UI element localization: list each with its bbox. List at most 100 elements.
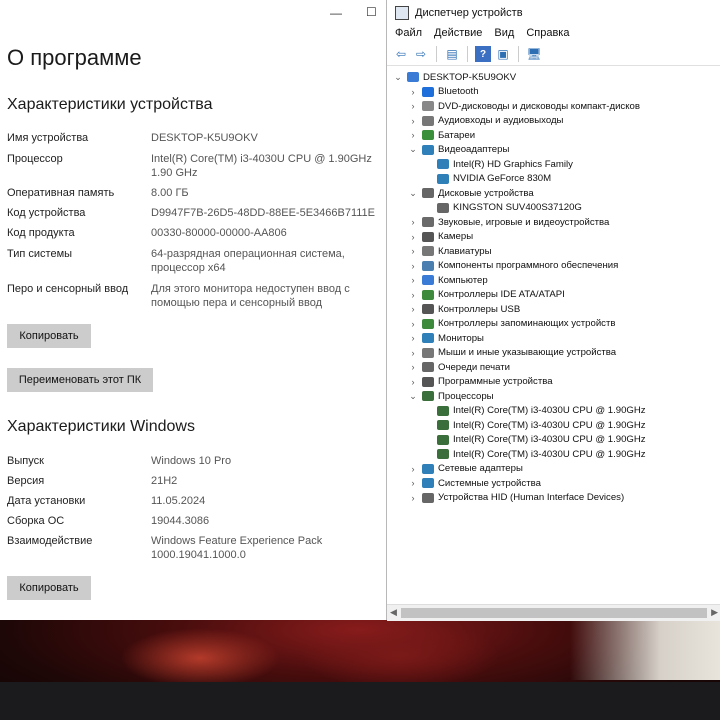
minimize-button[interactable]: — <box>330 6 342 20</box>
disk-icon <box>422 188 434 198</box>
forward-arrow-icon[interactable]: ⇨ <box>413 46 429 62</box>
tree-node-label: Процессоры <box>438 390 494 402</box>
update-driver-icon[interactable]: ▣ <box>495 46 511 62</box>
tree-node[interactable]: › Устройства HID (Human Interface Devices… <box>408 491 625 505</box>
spec-value: DESKTOP-K5U9OKV <box>151 132 258 144</box>
expand-right-icon[interactable]: › <box>408 377 418 387</box>
tree-node[interactable]: › Сетевые адаптеры <box>408 462 523 476</box>
expand-right-icon[interactable]: › <box>408 275 418 285</box>
tree-node[interactable]: › Bluetooth <box>408 85 479 99</box>
tree-node[interactable]: › Клавиатуры <box>408 244 492 258</box>
tree-node[interactable]: › Контроллеры USB <box>408 302 521 316</box>
expand-right-icon[interactable]: › <box>408 116 418 126</box>
tree-node-label: Контроллеры запоминающих устройств <box>438 318 616 329</box>
menu-action[interactable]: Действие <box>434 27 482 39</box>
expand-right-icon[interactable]: › <box>408 130 418 140</box>
tree-node[interactable]: › Камеры <box>408 230 474 244</box>
tree-node[interactable]: ⌄ DESKTOP-K5U9OKV <box>393 70 516 84</box>
scroll-left-icon[interactable]: ◀ <box>390 607 397 618</box>
tree-node[interactable]: Intel(R) Core(TM) i3-4030U CPU @ 1.90GHz <box>423 404 646 418</box>
scrollbar-thumb[interactable] <box>401 608 707 618</box>
rename-pc-button[interactable]: Переименовать этот ПК <box>7 368 153 392</box>
back-arrow-icon[interactable]: ⇦ <box>393 46 409 62</box>
expand-right-icon[interactable]: › <box>408 290 418 300</box>
tree-node[interactable]: › DVD-дисководы и дисководы компакт-диско… <box>408 99 640 113</box>
tree-node[interactable]: › Программные устройства <box>408 375 553 389</box>
help-icon[interactable]: ? <box>475 46 491 62</box>
tree-node[interactable]: Intel(R) Core(TM) i3-4030U CPU @ 1.90GHz <box>423 433 646 447</box>
tree-node[interactable]: ⌄ Видеоадаптеры <box>408 143 509 157</box>
tree-node[interactable]: Intel(R) Core(TM) i3-4030U CPU @ 1.90GHz <box>423 447 646 461</box>
expand-right-icon[interactable]: › <box>408 217 418 227</box>
spec-key: Оперативная память <box>7 187 115 199</box>
expand-right-icon[interactable]: › <box>408 478 418 488</box>
tree-node[interactable]: ⌄ Процессоры <box>408 389 494 403</box>
expand-down-icon[interactable]: ⌄ <box>393 72 403 83</box>
expand-right-icon[interactable]: › <box>408 87 418 97</box>
spec-value: Для этого монитора недоступен ввод с пом… <box>151 283 350 309</box>
hid-icon <box>422 492 434 503</box>
expand-right-icon[interactable]: › <box>408 101 418 111</box>
monitor-icon <box>422 333 434 343</box>
spec-value: 00330-80000-00000-AA806 <box>151 227 287 239</box>
processor-icon <box>437 420 449 430</box>
tree-node[interactable]: Intel(R) Core(TM) i3-4030U CPU @ 1.90GHz <box>423 418 646 432</box>
tree-node-label: Контроллеры USB <box>438 303 521 315</box>
expand-right-icon[interactable]: › <box>408 362 418 372</box>
menu-help[interactable]: Справка <box>526 27 569 39</box>
expand-right-icon[interactable]: › <box>408 348 418 358</box>
mouse-icon <box>422 347 434 358</box>
tree-node-label: Intel(R) Core(TM) i3-4030U CPU @ 1.90GHz <box>453 405 646 416</box>
expand-right-icon[interactable]: › <box>408 464 418 474</box>
horizontal-scrollbar[interactable]: ◀ ▶ <box>387 604 720 621</box>
network-adapter-icon <box>422 463 434 474</box>
scan-hardware-icon[interactable]: 🖥 <box>526 46 542 62</box>
wallpaper-shadow <box>300 620 500 690</box>
tree-node[interactable]: › Аудиовходы и аудиовыходы <box>408 114 564 128</box>
copy-windows-specs-button[interactable]: Копировать <box>7 576 91 600</box>
tree-node-label: Intel(R) HD Graphics Family <box>453 158 573 170</box>
expand-right-icon[interactable]: › <box>408 232 418 242</box>
spec-value: 8.00 ГБ <box>151 187 189 199</box>
tree-node[interactable]: › Звуковые, игровые и видеоустройства <box>408 215 610 229</box>
expand-down-icon[interactable]: ⌄ <box>408 391 418 402</box>
maximize-button[interactable]: ☐ <box>366 5 377 19</box>
expand-down-icon[interactable]: ⌄ <box>408 144 418 155</box>
spec-key: Взаимодействие <box>7 535 93 547</box>
toolbar-separator <box>518 46 519 62</box>
tree-node[interactable]: ⌄ Дисковые устройства <box>408 186 534 200</box>
tree-node[interactable]: Intel(R) HD Graphics Family <box>423 157 573 171</box>
copy-device-specs-button[interactable]: Копировать <box>7 324 91 348</box>
tree-node[interactable]: › Контроллеры IDE ATA/ATAPI <box>408 288 565 302</box>
tree-node-label: Видеоадаптеры <box>438 144 510 155</box>
device-specs-heading: Характеристики устройства <box>7 96 213 113</box>
spec-key: Процессор <box>7 153 63 165</box>
expand-down-icon[interactable]: ⌄ <box>408 188 418 199</box>
menu-view[interactable]: Вид <box>494 27 514 39</box>
menu-file[interactable]: Файл <box>395 27 422 39</box>
tree-node[interactable]: › Компоненты программного обеспечения <box>408 259 619 273</box>
menu-bar: Файл Действие Вид Справка <box>395 27 569 39</box>
expand-right-icon[interactable]: › <box>408 246 418 256</box>
tree-node[interactable]: NVIDIA GeForce 830M <box>423 172 551 186</box>
tree-node[interactable]: › Очереди печати <box>408 360 510 374</box>
tree-node-label: Контроллеры IDE ATA/ATAPI <box>438 289 565 300</box>
scroll-right-icon[interactable]: ▶ <box>711 607 718 618</box>
tree-node[interactable]: › Батареи <box>408 128 476 142</box>
tree-node[interactable]: KINGSTON SUV400S37120G <box>423 201 582 215</box>
wallpaper-bright-area <box>570 620 720 680</box>
spec-key: Выпуск <box>7 455 44 467</box>
expand-right-icon[interactable]: › <box>408 493 418 503</box>
tree-node[interactable]: › Мыши и иные указывающие устройства <box>408 346 617 360</box>
properties-icon[interactable]: ▤ <box>444 46 460 62</box>
spec-value: Intel(R) Core(TM) i3-4030U CPU @ 1.90GHz… <box>151 153 372 179</box>
expand-right-icon[interactable]: › <box>408 304 418 314</box>
expand-right-icon[interactable]: › <box>408 319 418 329</box>
spec-value: 19044.3086 <box>151 515 210 527</box>
tree-node[interactable]: › Контроллеры запоминающих устройств <box>408 317 616 331</box>
expand-right-icon[interactable]: › <box>408 261 418 271</box>
tree-node[interactable]: › Компьютер <box>408 273 488 287</box>
expand-right-icon[interactable]: › <box>408 333 418 343</box>
tree-node[interactable]: › Системные устройства <box>408 476 541 490</box>
tree-node[interactable]: › Мониторы <box>408 331 484 345</box>
